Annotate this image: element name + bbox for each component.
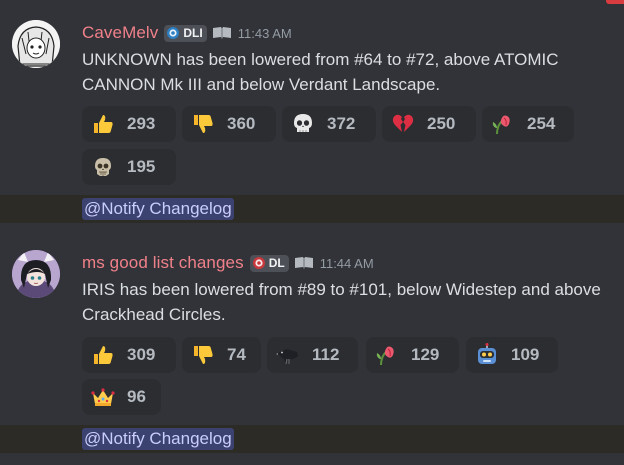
wilted-flower-icon	[492, 115, 510, 135]
reaction-thumbs-down[interactable]: 360	[182, 106, 276, 142]
reaction-crown[interactable]: 96	[82, 379, 161, 415]
mention-highlight: @Notify Changelog	[0, 425, 624, 453]
broken-heart-icon	[392, 114, 414, 132]
reaction-count: 254	[527, 114, 556, 133]
tag-badge-icon	[167, 27, 180, 39]
reaction-broken-heart[interactable]: 250	[382, 106, 476, 142]
server-tag-label: DLI	[183, 26, 203, 40]
role-mention[interactable]: @Notify Changelog	[82, 198, 234, 220]
reaction-robot[interactable]: 109	[466, 337, 558, 373]
server-tag-label: DL	[268, 256, 285, 270]
reaction-count: 360	[227, 114, 256, 133]
skull-icon	[294, 114, 312, 132]
reaction-count: 96	[127, 387, 146, 406]
reaction-count: 372	[327, 114, 356, 133]
skull-face-icon	[95, 158, 111, 176]
reaction-thumbs-up[interactable]: 293	[82, 106, 176, 142]
timestamp: 11:43 AM	[237, 25, 292, 41]
message-text: UNKNOWN has been lowered from #64 to #72…	[82, 50, 559, 94]
reaction-skull-face[interactable]: 195	[82, 149, 176, 185]
reaction-wilted-flower[interactable]: 129	[366, 337, 459, 373]
thumbs-up-icon	[94, 346, 113, 364]
avatar-image	[12, 20, 60, 68]
username[interactable]: ms good list changes	[82, 253, 244, 273]
reaction-count: 129	[411, 345, 440, 364]
reaction-count: 250	[427, 114, 456, 133]
robot-icon	[478, 343, 496, 364]
message-header: CaveMelv DLI 11:43 AM	[82, 22, 292, 44]
reaction-thumbs-down[interactable]: 74	[182, 337, 261, 373]
crow-icon	[276, 349, 298, 365]
mention-highlight: @Notify Changelog	[0, 195, 624, 223]
crown-icon	[91, 388, 115, 406]
message-text: IRIS has been lowered from #89 to #101, …	[82, 280, 601, 324]
reaction-crow[interactable]: 112	[267, 337, 358, 373]
reaction-thumbs-up[interactable]: 309	[82, 337, 176, 373]
notification-indicator	[606, 0, 624, 4]
reaction-count: 195	[127, 157, 156, 176]
tag-badge-icon	[252, 257, 265, 269]
reaction-wilted-flower[interactable]: 254	[482, 106, 574, 142]
username[interactable]: CaveMelv	[82, 23, 158, 43]
role-mention[interactable]: @Notify Changelog	[82, 428, 234, 450]
timestamp: 11:44 AM	[319, 255, 374, 271]
thumbs-up-icon	[94, 115, 113, 133]
message-header: ms good list changes DL 11:44 AM	[82, 252, 374, 274]
reaction-count: 74	[227, 345, 246, 364]
thumbs-down-icon	[194, 346, 213, 364]
reaction-count: 309	[127, 345, 156, 364]
avatar[interactable]	[12, 250, 60, 298]
avatar-image	[12, 250, 60, 298]
reaction-skull[interactable]: 372	[282, 106, 376, 142]
avatar[interactable]	[12, 20, 60, 68]
server-tag[interactable]: DLI	[164, 24, 207, 42]
reaction-count: 109	[511, 345, 540, 364]
reaction-count: 293	[127, 114, 156, 133]
book-icon	[212, 27, 231, 39]
reaction-count: 112	[312, 345, 340, 364]
book-icon	[294, 257, 313, 269]
thumbs-down-icon	[194, 115, 213, 133]
chat-view: CaveMelv DLI 11:43 AM UNKNOWN has been l…	[0, 0, 624, 465]
wilted-flower-icon	[376, 346, 394, 366]
server-tag[interactable]: DL	[249, 254, 289, 272]
